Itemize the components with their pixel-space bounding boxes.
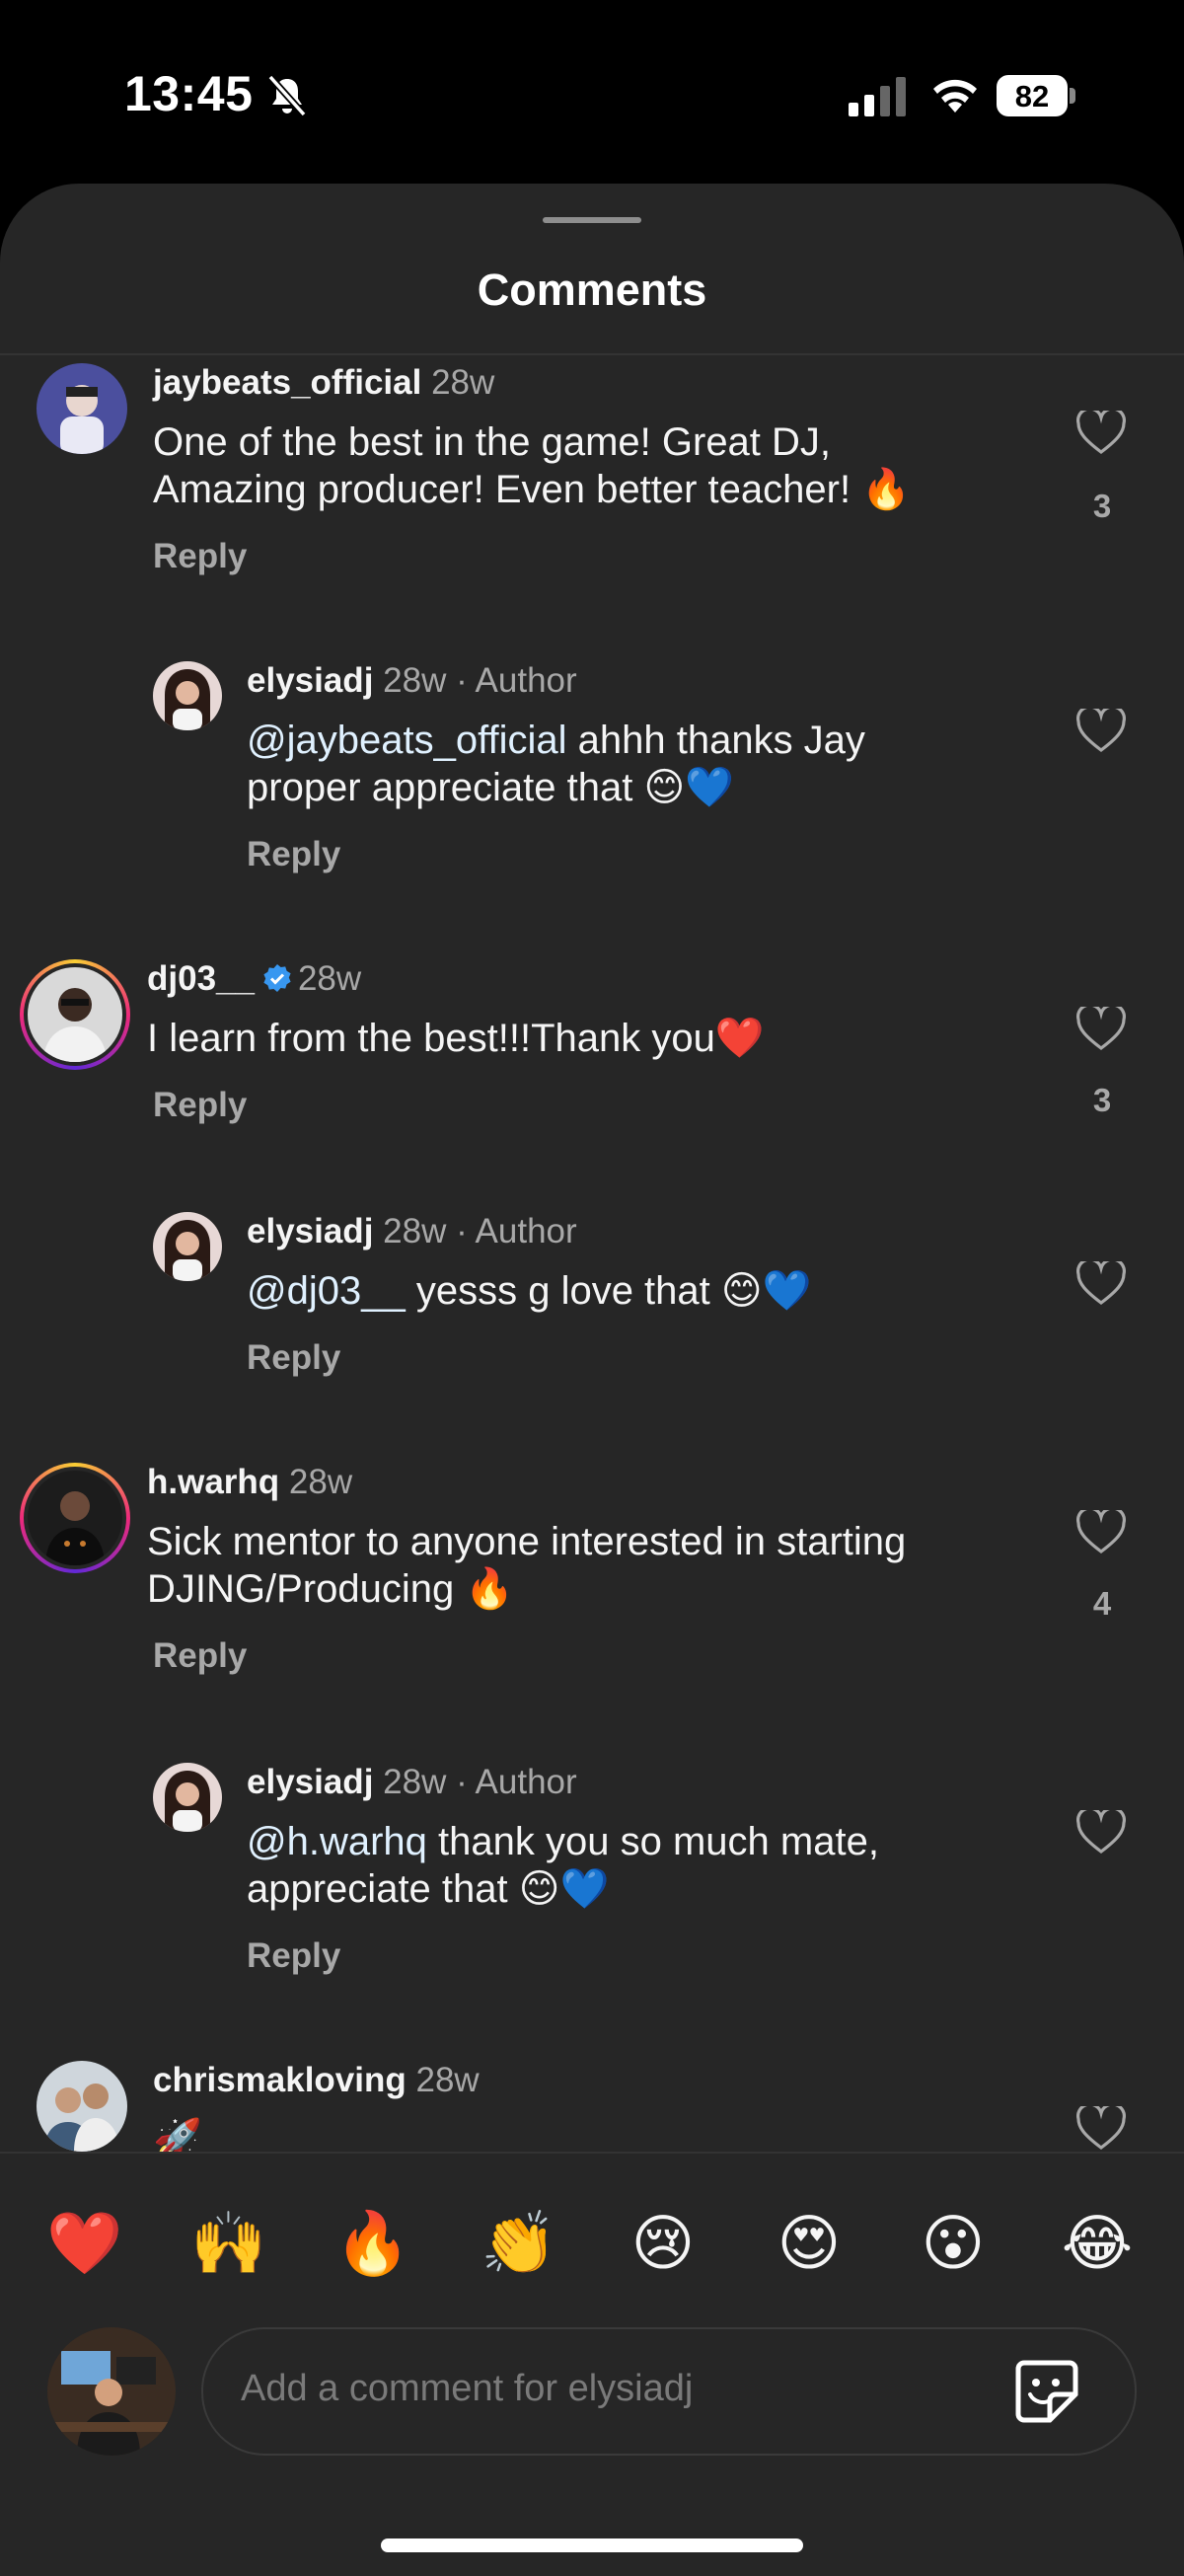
- reaction-laughing-face[interactable]: 😂: [1058, 2205, 1137, 2284]
- reaction-surprised-face[interactable]: 😮: [914, 2205, 993, 2284]
- status-bar: 13:45 82: [0, 0, 1184, 188]
- avatar[interactable]: [37, 2061, 127, 2152]
- battery-indicator: 82: [997, 75, 1075, 116]
- status-time: 13:45: [124, 66, 254, 121]
- reaction-clapping-hands[interactable]: 👏: [480, 2205, 558, 2284]
- reaction-red-heart[interactable]: ❤️: [45, 2205, 124, 2284]
- quick-reactions: ❤️ 🙌 🔥 👏 😢 😍 😮 😂: [0, 2205, 1184, 2284]
- current-user-avatar: [47, 2327, 176, 2456]
- heart-outline-icon[interactable]: [1075, 2106, 1127, 2152]
- wifi-icon: [933, 79, 977, 113]
- comment-item: chrismakloving 28w 🚀: [0, 184, 1184, 2152]
- reaction-raising-hands[interactable]: 🙌: [189, 2205, 268, 2284]
- cellular-signal-icon: [849, 77, 906, 116]
- bell-slash-icon: [267, 74, 307, 117]
- reaction-crying-face[interactable]: 😢: [624, 2205, 703, 2284]
- comment-input[interactable]: Add a comment for elysiadj: [201, 2327, 1137, 2456]
- sticker-icon[interactable]: [1012, 2357, 1081, 2426]
- reaction-heart-eyes[interactable]: 😍: [770, 2205, 849, 2284]
- comment-header: chrismakloving 28w: [153, 2061, 480, 2100]
- comment-time: 28w: [415, 2061, 480, 2099]
- comment-username[interactable]: chrismakloving: [153, 2061, 407, 2099]
- battery-level: 82: [1014, 79, 1050, 114]
- reaction-fire[interactable]: 🔥: [333, 2205, 412, 2284]
- comment-composer-panel: ❤️ 🙌 🔥 👏 😢 😍 😮 😂 Add a comment for elysi…: [0, 2152, 1184, 2576]
- comment-text: 🚀: [153, 2118, 202, 2152]
- comment-input-placeholder: Add a comment for elysiadj: [241, 2368, 694, 2409]
- home-indicator: [381, 2538, 803, 2552]
